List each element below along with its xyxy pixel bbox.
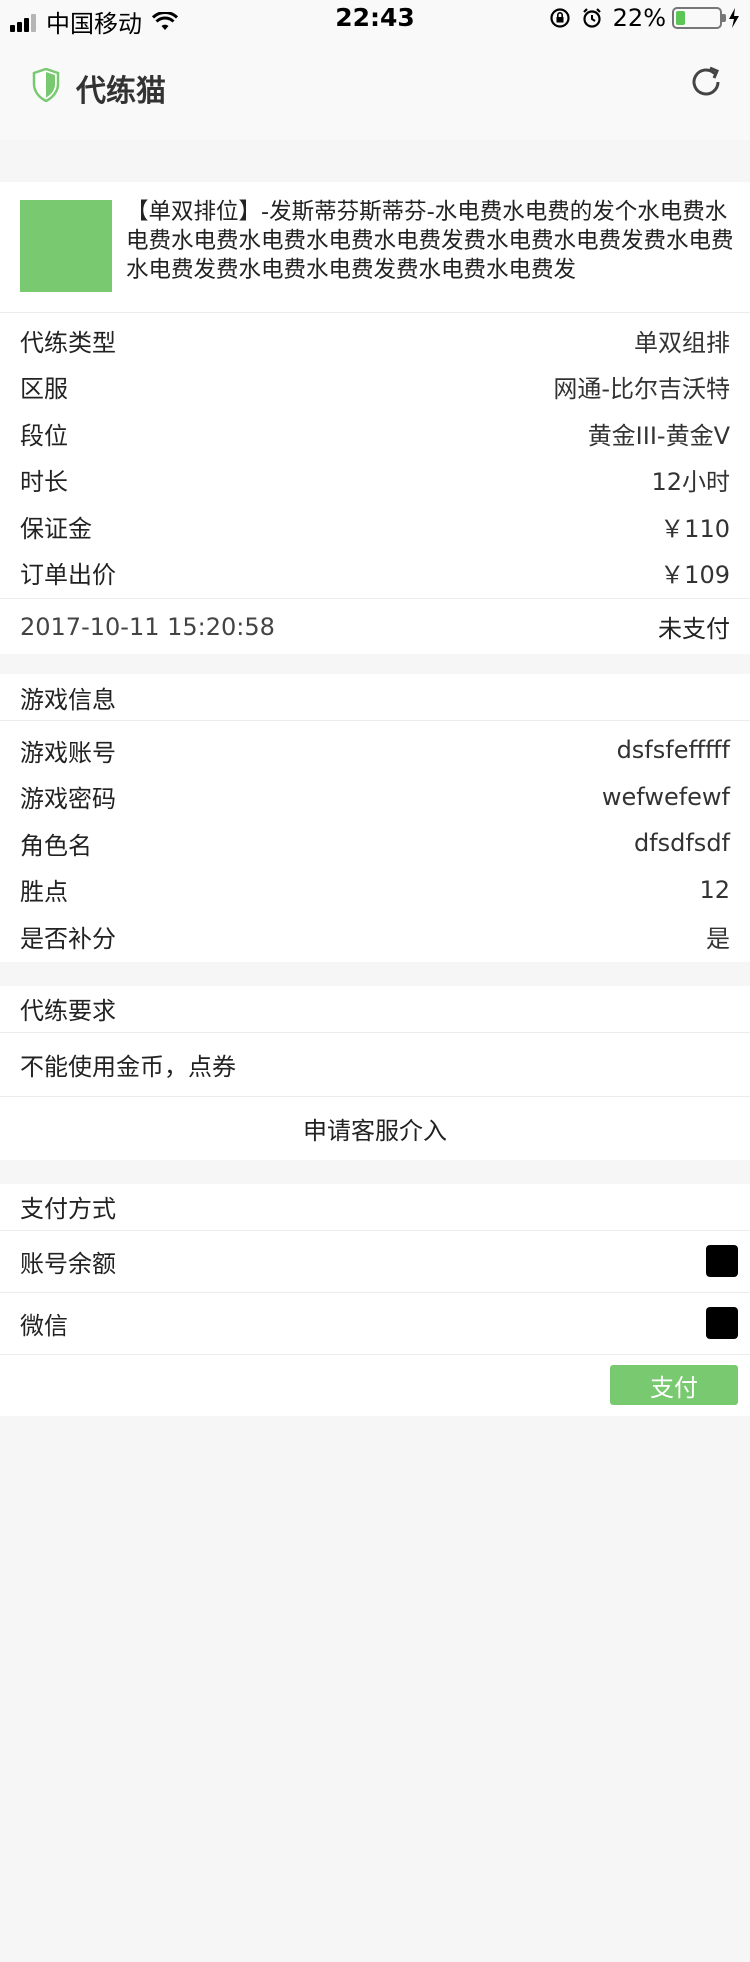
order-card: 【单双排位】-发斯蒂芬斯蒂芬-水电费水电费的发个水电费水电费水电费水电费水电费水… (0, 182, 750, 654)
order-status: 未支付 (658, 615, 730, 643)
detail-value: ￥109 (660, 561, 730, 590)
detail-label: 订单出价 (20, 561, 116, 590)
game-info-card: 游戏信息 游戏账号 dsfsfefffff 游戏密码 wefwefewf 角色名… (0, 674, 750, 962)
game-info-value: wefwefewf (601, 782, 730, 811)
game-info-value: 12 (699, 875, 730, 904)
payment-checkbox[interactable] (706, 1307, 738, 1339)
requirements-card: 代练要求 不能使用金币，点券 申请客服介入 (0, 985, 750, 1160)
game-info-value: dfsdfsdf (633, 829, 730, 858)
refresh-icon[interactable] (688, 64, 724, 100)
game-info-row: 游戏账号 dsfsfefffff (0, 727, 750, 774)
payment-card: 支付方式 账号余额 微信 支付 (0, 1183, 750, 1416)
game-info-value: 是 (706, 924, 730, 953)
detail-row: 区服 网通-比尔吉沃特 (0, 364, 750, 411)
detail-value: 12小时 (651, 468, 730, 497)
app-header: 代练猫 (0, 40, 750, 140)
detail-value: 网通-比尔吉沃特 (553, 375, 730, 404)
payment-option-balance[interactable]: 账号余额 (0, 1229, 750, 1292)
order-time: 2017-10-11 15:20:58 (20, 612, 275, 641)
detail-value: 单双组排 (634, 328, 730, 357)
order-title: 【单双排位】-发斯蒂芬斯蒂芬-水电费水电费的发个水电费水电费水电费水电费水电费水… (126, 199, 734, 283)
detail-value: 黄金III-黄金V (587, 421, 730, 450)
detail-row: 代练类型 单双组排 (0, 317, 750, 364)
detail-label: 时长 (20, 468, 68, 497)
game-info-label: 胜点 (20, 878, 68, 907)
game-info-label: 游戏账号 (20, 738, 116, 767)
order-thumbnail (20, 200, 112, 292)
game-info-list: 游戏账号 dsfsfefffff 游戏密码 wefwefewf 角色名 dfsd… (0, 720, 750, 962)
rotation-lock-icon (549, 7, 571, 29)
contact-service-button[interactable]: 申请客服介入 (0, 1095, 750, 1160)
detail-label: 代练类型 (20, 328, 116, 357)
charging-bolt-icon (729, 8, 739, 28)
pay-button[interactable]: 支付 (610, 1365, 738, 1405)
detail-row: 段位 黄金III-黄金V (0, 410, 750, 457)
game-info-row: 胜点 12 (0, 867, 750, 914)
game-info-row: 是否补分 是 (0, 913, 750, 960)
detail-label: 保证金 (20, 514, 92, 543)
detail-row: 订单出价 ￥109 (0, 550, 750, 597)
battery-icon (672, 7, 726, 29)
page-title: 代练猫 (76, 74, 166, 109)
detail-row: 时长 12小时 (0, 457, 750, 504)
battery-level (676, 11, 685, 25)
payment-option-label: 微信 (20, 1311, 68, 1340)
status-bar: 中国移动 22:43 22% (0, 0, 750, 40)
payment-option-label: 账号余额 (20, 1249, 116, 1278)
detail-label: 区服 (20, 375, 68, 404)
order-status-row: 2017-10-11 15:20:58 未支付 (0, 598, 750, 654)
payment-option-wechat[interactable]: 微信 (0, 1291, 750, 1354)
status-right: 22% (549, 4, 740, 32)
shield-logo-icon (32, 68, 60, 102)
detail-row: 保证金 ￥110 (0, 503, 750, 550)
game-info-label: 角色名 (20, 831, 92, 860)
section-title: 游戏信息 (20, 685, 116, 714)
detail-value: ￥110 (660, 514, 730, 543)
game-info-label: 游戏密码 (20, 785, 116, 814)
detail-label: 段位 (20, 421, 68, 450)
order-header[interactable]: 【单双排位】-发斯蒂芬斯蒂芬-水电费水电费的发个水电费水电费水电费水电费水电费水… (0, 182, 750, 312)
order-details: 代练类型 单双组排 区服 网通-比尔吉沃特 段位 黄金III-黄金V 时长 12… (0, 312, 750, 598)
pay-action-row: 支付 (0, 1353, 750, 1416)
game-info-row: 游戏密码 wefwefewf (0, 774, 750, 821)
requirements-text: 不能使用金币，点券 (0, 1031, 750, 1096)
section-title: 支付方式 (20, 1195, 116, 1223)
section-title: 代练要求 (20, 997, 116, 1025)
game-info-label: 是否补分 (20, 924, 116, 953)
battery-percent: 22% (612, 4, 666, 32)
alarm-icon (581, 7, 603, 29)
payment-checkbox[interactable] (706, 1245, 738, 1277)
game-info-row: 角色名 dfsdfsdf (0, 820, 750, 867)
app-screen: 中国移动 22:43 22% 代练猫 【单双排位】-发斯蒂芬斯蒂芬-水电费水电费… (0, 0, 750, 1962)
game-info-value: dsfsfefffff (616, 736, 730, 765)
